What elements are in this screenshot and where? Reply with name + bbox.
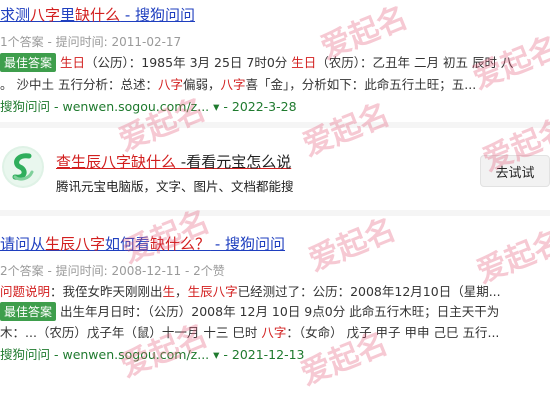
chevron-down-icon[interactable]: ▾	[209, 347, 219, 362]
result-2-meta: 2个答案 - 提问时间: 2008-12-11 - 2个赞	[0, 264, 225, 278]
source-date: - 2021-12-13	[219, 347, 305, 362]
section-divider	[0, 122, 550, 128]
result-1-answer-text: 。 沙中土 五行分析：总述：	[0, 77, 158, 92]
result-2-source[interactable]: 搜狗问问 - wenwen.sogou.com/z... ▾ - 2021-12…	[0, 344, 305, 363]
chevron-down-icon[interactable]: ▾	[209, 99, 219, 114]
result-2-title-highlight: 缺什么？	[150, 235, 211, 253]
question-highlight: 生	[162, 284, 176, 299]
result-2-answer-text: ：（女命） 戊子 甲子 甲申 己巳 五行...	[286, 325, 500, 340]
result-1-title-link[interactable]: 求测八字里缺什么 - 搜狗问问	[0, 4, 195, 25]
source-url: - wenwen.sogou.com/z...	[50, 99, 210, 114]
source-date: - 2022-3-28	[219, 99, 297, 114]
result-1-meta: 1个答案 - 提问时间: 2011-02-17	[0, 35, 182, 49]
best-answer-badge: 最佳答案	[0, 53, 57, 72]
result-2-answer-text: 木：...（农历）戊子年（鼠）十一月 十三 巳时	[0, 325, 262, 340]
ai-promo-title-highlight: 查生辰八字缺什么	[56, 153, 177, 171]
ai-promo-title-text: -看看元宝怎么说	[176, 153, 292, 171]
result-1-answer-text: （公历）：1985年 3月 25日 7时0分	[85, 55, 292, 70]
result-2-title-link[interactable]: 请问从生辰八字如何看缺什么？ - 搜狗问问	[0, 233, 285, 254]
result-1-title-highlight: 八字	[30, 6, 61, 24]
ai-promo-title-link[interactable]: 查生辰八字缺什么 -看看元宝怎么说	[56, 151, 291, 172]
question-text: ，	[175, 284, 188, 299]
best-answer-badge: 最佳答案	[0, 302, 57, 321]
result-2-answer-line: 木：...（农历）戊子年（鼠）十一月 十三 巳时 八字：（女命） 戊子 甲子 甲…	[0, 322, 499, 341]
result-1-title-highlight: 缺什么	[75, 6, 121, 24]
source-url: - wenwen.sogou.com/z...	[50, 347, 210, 362]
ai-promo-description: 腾讯元宝电脑版，文字、图片、文档都能搜	[56, 179, 294, 194]
result-1-answer-line: 最佳答案 生日（公历）：1985年 3月 25日 7时0分 生日（农历）：乙丑年 …	[0, 52, 513, 72]
question-text: 已经测过了：公历：2008年12月10日（星期...	[237, 284, 501, 299]
source-name: 搜狗问问	[0, 347, 51, 362]
result-1-title-text: 里	[60, 6, 76, 24]
result-2-title-highlight: 生辰八字	[45, 235, 106, 253]
result-2-question-line: 问题说明：我侄女昨天刚刚出生，生辰八字已经测过了：公历：2008年12月10日（…	[0, 281, 501, 300]
result-1-answer-highlight: 生日	[60, 55, 86, 70]
result-1-answer-text: 喜「金」，分析如下：此命五行土旺；五...	[245, 77, 477, 92]
result-1-answer-text: 偏弱，	[182, 77, 221, 92]
question-label: 问题说明	[0, 284, 51, 299]
yuanbao-logo-icon	[2, 146, 44, 188]
section-divider	[0, 210, 550, 216]
result-1-answer-highlight: 八字	[220, 77, 246, 92]
result-2-title-text: 请问从	[0, 235, 46, 253]
question-highlight: 生辰八字	[187, 284, 238, 299]
result-1-answer-highlight: 生日	[291, 55, 317, 70]
result-2-answer-line: 最佳答案 出生年月日时：（公历）2008年 12月 10日 9点0分 此命五行木旺…	[0, 301, 499, 321]
try-it-button[interactable]: 去试试	[480, 155, 550, 187]
result-1-title-text: 求测	[0, 6, 31, 24]
question-text: ：我侄女昨天刚刚出	[50, 284, 163, 299]
result-1-title-suffix: - 搜狗问问	[120, 6, 196, 24]
source-name: 搜狗问问	[0, 99, 51, 114]
result-1-source[interactable]: 搜狗问问 - wenwen.sogou.com/z... ▾ - 2022-3-…	[0, 96, 297, 115]
result-1-answer-line: 。 沙中土 五行分析：总述：八字偏弱，八字喜「金」，分析如下：此命五行土旺；五.…	[0, 74, 476, 93]
result-2-title-text: 如何看	[105, 235, 151, 253]
result-2-answer-highlight: 八字	[261, 325, 287, 340]
result-2-answer-text: 出生年月日时：（公历）2008年 12月 10日 9点0分 此命五行木旺；日主天…	[60, 304, 500, 319]
result-1-answer-text: （农历）：乙丑年 二月 初五 辰时 八	[316, 55, 514, 70]
result-2-title-suffix: - 搜狗问问	[210, 235, 286, 253]
result-1-answer-highlight: 八字	[157, 77, 183, 92]
